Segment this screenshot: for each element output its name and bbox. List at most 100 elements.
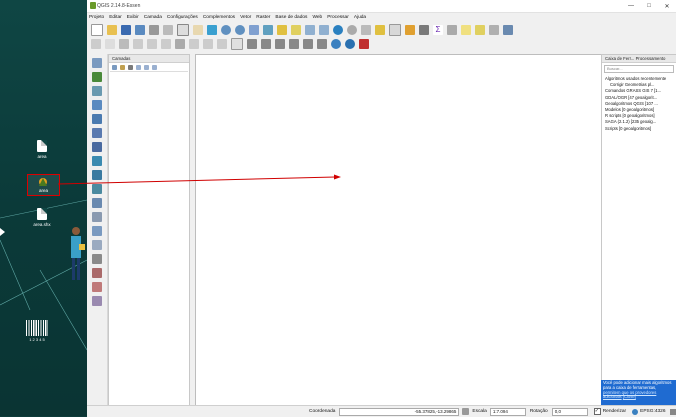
- map-tips-icon[interactable]: [461, 24, 471, 35]
- menu-web[interactable]: Web: [312, 15, 322, 20]
- text-annotation-icon[interactable]: [489, 24, 499, 35]
- messages-icon[interactable]: [669, 408, 676, 415]
- menu-ajuda[interactable]: Ajuda: [354, 15, 366, 20]
- desktop-file-area[interactable]: area: [27, 140, 57, 159]
- add-mssql-layer-icon[interactable]: [92, 114, 102, 124]
- current-edits-icon[interactable]: [91, 39, 101, 49]
- label-tool-icon[interactable]: [231, 38, 243, 50]
- crs-label[interactable]: EPSG:4326: [640, 409, 665, 414]
- rotate-label-icon[interactable]: [289, 39, 299, 49]
- copy-features-icon[interactable]: [203, 39, 213, 49]
- toolbox-search-input[interactable]: Buscar...: [604, 65, 674, 73]
- statistics-sigma-icon[interactable]: Σ: [433, 24, 443, 35]
- new-bookmark-icon[interactable]: [475, 24, 485, 35]
- close-button[interactable]: ✕: [658, 3, 676, 10]
- desktop-file-area-shp-selected[interactable]: area: [27, 174, 60, 196]
- gps-tools-icon[interactable]: [92, 268, 102, 278]
- save-as-icon[interactable]: [135, 24, 145, 35]
- add-raster-layer-icon[interactable]: [92, 72, 102, 82]
- maximize-button[interactable]: □: [640, 3, 658, 10]
- delete-selected-icon[interactable]: [175, 39, 185, 49]
- filter-legend-icon[interactable]: [136, 64, 141, 70]
- zoom-in-icon[interactable]: [221, 24, 231, 35]
- print-composer-icon[interactable]: [149, 24, 159, 35]
- desktop-file-area-shx[interactable]: area.shx: [27, 208, 57, 227]
- zoom-out-icon[interactable]: [235, 24, 245, 35]
- menu-editar[interactable]: Editar: [109, 15, 122, 20]
- menu-raster[interactable]: Raster: [256, 15, 270, 20]
- plugin-tool-icon[interactable]: [92, 296, 102, 306]
- minimize-button[interactable]: —: [622, 3, 640, 10]
- add-db2-layer-icon[interactable]: [92, 128, 102, 138]
- add-vector-layer-icon[interactable]: [92, 58, 102, 68]
- open-project-icon[interactable]: [107, 24, 117, 35]
- zoom-full-icon[interactable]: [263, 24, 273, 35]
- zoom-scale-icon[interactable]: [249, 24, 259, 35]
- notice-close-link[interactable]: [Close]: [623, 394, 636, 399]
- menu-vetor[interactable]: Vetor: [240, 15, 251, 20]
- change-label-icon[interactable]: [303, 39, 313, 49]
- add-wfs-layer-icon[interactable]: [92, 184, 102, 194]
- field-calculator-icon[interactable]: [419, 24, 429, 35]
- rotation-field[interactable]: 0,0: [551, 407, 588, 416]
- manage-visibility-icon[interactable]: [128, 64, 133, 70]
- node-tool-icon[interactable]: [161, 39, 171, 49]
- menu-base-de-dados[interactable]: Base de dados: [275, 15, 307, 20]
- add-delimited-text-icon[interactable]: [92, 198, 102, 208]
- crs-globe-icon[interactable]: [632, 408, 639, 415]
- pan-to-selection-icon[interactable]: [207, 24, 217, 35]
- georeferencer-icon[interactable]: [92, 282, 102, 292]
- toggle-extents-icon[interactable]: [462, 408, 470, 415]
- menu-processar[interactable]: Processar: [327, 15, 349, 20]
- move-label-icon[interactable]: [275, 39, 285, 49]
- expand-all-icon[interactable]: [144, 64, 149, 70]
- touch-icon[interactable]: [177, 23, 189, 36]
- coordinate-field[interactable]: -55.37825,-13.29865: [339, 407, 460, 416]
- add-wcs-layer-icon[interactable]: [92, 170, 102, 180]
- new-spatialite-icon[interactable]: [92, 226, 102, 236]
- menu-complementos[interactable]: Complementos: [203, 15, 235, 20]
- pin-labels-icon[interactable]: [247, 39, 257, 49]
- web-plugin-icon[interactable]: [345, 39, 355, 49]
- move-feature-icon[interactable]: [147, 39, 157, 49]
- python-console-icon[interactable]: [503, 24, 513, 35]
- menu-configuracoes[interactable]: Configurações: [167, 15, 198, 20]
- new-shapefile-icon[interactable]: [92, 212, 102, 222]
- add-spatialite-layer-icon[interactable]: [92, 100, 102, 110]
- python-plugin-icon[interactable]: [331, 39, 341, 49]
- map-canvas[interactable]: [195, 54, 602, 406]
- pan-hand-icon[interactable]: [193, 24, 203, 35]
- zoom-selection-icon[interactable]: [277, 24, 287, 35]
- menu-camada[interactable]: Camada: [144, 15, 162, 20]
- action-icon[interactable]: [361, 24, 371, 35]
- collapse-all-icon[interactable]: [152, 64, 157, 70]
- composer-manager-icon[interactable]: [163, 24, 173, 35]
- add-feature-icon[interactable]: [133, 39, 143, 49]
- open-layer-styling-icon[interactable]: [112, 64, 117, 70]
- open-attribute-table-icon[interactable]: [405, 24, 415, 35]
- new-temporary-layer-icon[interactable]: [92, 240, 102, 250]
- save-project-icon[interactable]: [121, 24, 131, 35]
- highlight-pinned-icon[interactable]: [261, 39, 271, 49]
- add-group-icon[interactable]: [120, 64, 125, 70]
- menu-exibir[interactable]: Exibir: [127, 15, 139, 20]
- deselect-icon[interactable]: [389, 23, 401, 36]
- measure-icon[interactable]: [447, 24, 457, 35]
- zoom-next-icon[interactable]: [319, 24, 329, 35]
- zoom-last-icon[interactable]: [305, 24, 315, 35]
- add-virtual-layer-icon[interactable]: [92, 254, 102, 264]
- add-postgis-layer-icon[interactable]: [92, 86, 102, 96]
- render-checkbox[interactable]: ✓: [593, 408, 601, 415]
- cut-features-icon[interactable]: [189, 39, 199, 49]
- zoom-layer-icon[interactable]: [291, 24, 301, 35]
- toolbox-item-scripts[interactable]: Scripts [0 geoalgoritmos]: [602, 126, 676, 132]
- toggle-editing-icon[interactable]: [105, 39, 115, 49]
- save-edits-icon[interactable]: [119, 39, 129, 49]
- identify-icon[interactable]: [347, 24, 357, 35]
- paste-features-icon[interactable]: [217, 39, 227, 49]
- show-hide-labels-icon[interactable]: [317, 39, 327, 49]
- refresh-icon[interactable]: [333, 24, 343, 35]
- layers-tree[interactable]: [110, 71, 188, 404]
- add-oracle-layer-icon[interactable]: [92, 142, 102, 152]
- wfs-plugin-icon[interactable]: [359, 39, 369, 49]
